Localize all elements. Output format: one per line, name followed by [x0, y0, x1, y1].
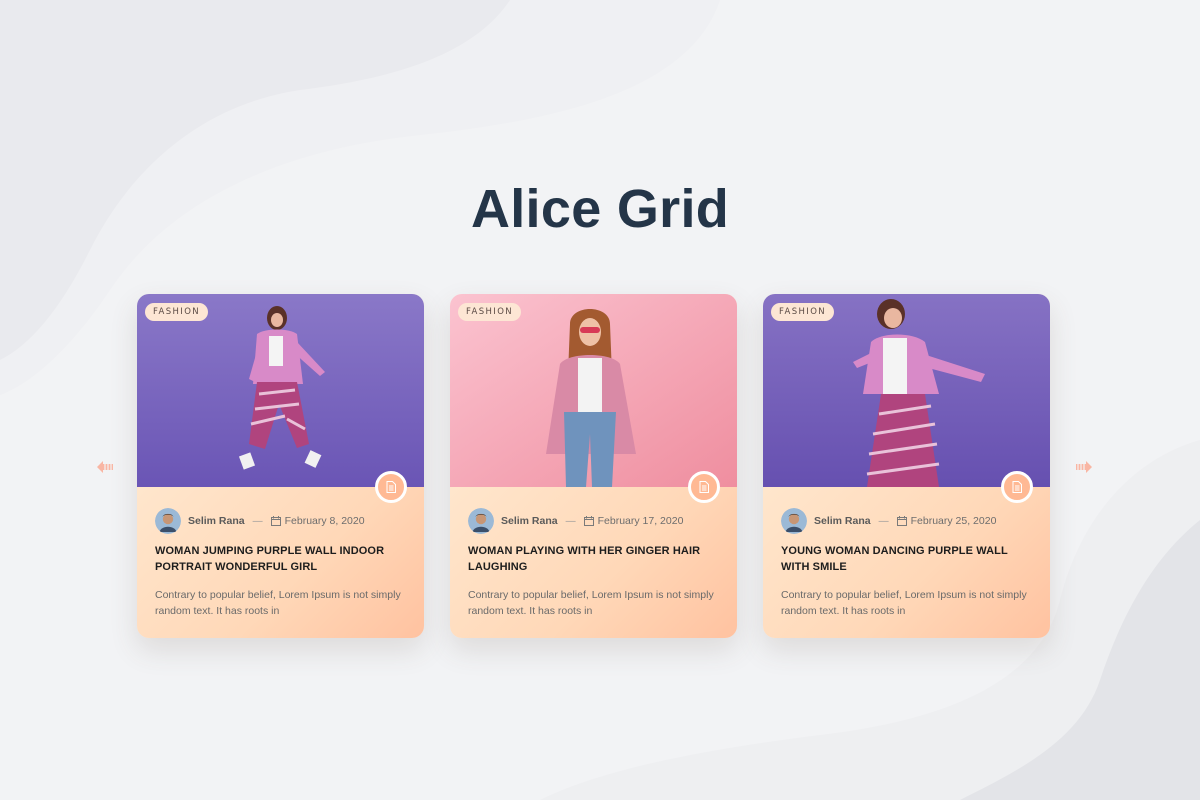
author-avatar[interactable]	[155, 508, 181, 534]
author-avatar[interactable]	[468, 508, 494, 534]
calendar-icon	[270, 516, 281, 526]
meta-separator: —	[878, 515, 889, 527]
document-icon	[1012, 481, 1022, 493]
post-format-button[interactable]	[1001, 471, 1033, 503]
carousel-next-button[interactable]	[1075, 459, 1093, 475]
post-title[interactable]: WOMAN PLAYING WITH HER GINGER HAIR LAUGH…	[468, 543, 719, 575]
post-card[interactable]: FASHION Selim Rana —	[763, 294, 1050, 638]
author-name[interactable]: Selim Rana	[188, 515, 245, 527]
category-tag[interactable]: FASHION	[458, 303, 522, 321]
post-carousel: FASHION Selim Rana — February 8, 2020 WO…	[137, 294, 1050, 638]
post-image[interactable]	[137, 294, 424, 487]
meta-separator: —	[252, 515, 263, 527]
post-image[interactable]	[450, 294, 737, 487]
author-name[interactable]: Selim Rana	[814, 515, 871, 527]
post-format-button[interactable]	[688, 471, 720, 503]
post-card[interactable]: FASHION Selim Rana —	[450, 294, 737, 638]
post-title[interactable]: YOUNG WOMAN DANCING PURPLE WALL WITH SMI…	[781, 543, 1032, 575]
document-icon	[386, 481, 396, 493]
category-tag[interactable]: FASHION	[145, 303, 209, 321]
post-excerpt: Contrary to popular belief, Lorem Ipsum …	[468, 589, 714, 617]
post-title[interactable]: WOMAN JUMPING PURPLE WALL INDOOR PORTRAI…	[155, 543, 406, 575]
post-card[interactable]: FASHION Selim Rana —	[137, 294, 424, 638]
meta-separator: —	[565, 515, 576, 527]
author-name[interactable]: Selim Rana	[501, 515, 558, 527]
post-date[interactable]: February 25, 2020	[911, 515, 997, 527]
category-tag[interactable]: FASHION	[771, 303, 835, 321]
arrow-right-icon	[1076, 461, 1092, 473]
post-excerpt: Contrary to popular belief, Lorem Ipsum …	[781, 589, 1027, 617]
document-icon	[699, 481, 709, 493]
calendar-icon	[583, 516, 594, 526]
post-format-button[interactable]	[375, 471, 407, 503]
post-image[interactable]	[763, 294, 1050, 487]
page-title: Alice Grid	[470, 179, 730, 239]
post-date[interactable]: February 8, 2020	[285, 515, 365, 527]
arrow-left-icon	[97, 461, 113, 473]
author-avatar[interactable]	[781, 508, 807, 534]
carousel-prev-button[interactable]	[96, 459, 114, 475]
post-date[interactable]: February 17, 2020	[598, 515, 684, 527]
post-excerpt: Contrary to popular belief, Lorem Ipsum …	[155, 589, 401, 617]
calendar-icon	[896, 516, 907, 526]
